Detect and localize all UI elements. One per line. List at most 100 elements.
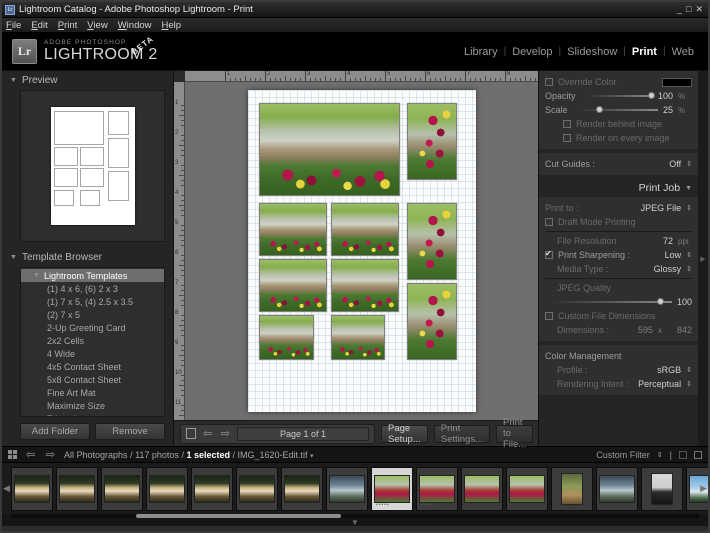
filter-flag-icon[interactable] [679, 450, 687, 459]
filmstrip-thumbnail[interactable]: ••••• [371, 466, 413, 511]
photo-cell-small-2[interactable] [330, 315, 386, 361]
profile-value[interactable]: sRGB [657, 365, 681, 375]
filmstrip-thumbnail[interactable] [596, 466, 638, 511]
forward-icon[interactable]: ⇨ [44, 448, 57, 461]
chevron-updown-icon[interactable]: ⇕ [686, 204, 692, 212]
menu-window[interactable]: Window [118, 20, 152, 31]
render-behind-row[interactable]: Render behind image [545, 117, 692, 131]
print-settings-button[interactable]: Print Settings... [433, 423, 490, 445]
print-to-row[interactable]: Print to : JPEG File ⇕ [545, 201, 692, 215]
render-every-row[interactable]: Render on every image [545, 131, 692, 145]
render-behind-checkbox[interactable] [563, 120, 571, 128]
chevron-updown-icon[interactable]: ⇕ [686, 366, 692, 374]
maximize-button[interactable]: □ [686, 5, 691, 14]
right-panel-collapse-handle[interactable]: ▶ [698, 71, 708, 446]
filmstrip-thumbnail[interactable]: ••••• [416, 466, 458, 511]
rendering-intent-row[interactable]: Rendering Intent : Perceptual ⇕ [545, 377, 692, 391]
scale-slider[interactable] [572, 105, 658, 115]
template-item[interactable]: Fine Art Mat [21, 386, 164, 399]
filmstrip-thumbnails[interactable]: ◀ ••••• ••••• ▶ [2, 463, 708, 514]
render-every-checkbox[interactable] [563, 134, 571, 142]
close-button[interactable]: ✕ [695, 5, 703, 14]
menu-edit[interactable]: Edit [31, 20, 47, 31]
filmstrip-thumbnail[interactable] [101, 466, 143, 511]
print-sharpening-value[interactable]: Low [665, 250, 682, 260]
template-item[interactable]: 2-Up Greeting Card [21, 321, 164, 334]
template-browser-header[interactable]: ▼ Template Browser [2, 248, 173, 267]
template-item[interactable]: (1) 4 x 6, (6) 2 x 3 [21, 282, 164, 295]
preview-header[interactable]: ▼ Preview [2, 71, 173, 90]
menu-view[interactable]: View [87, 20, 107, 31]
module-print[interactable]: Print [632, 46, 657, 58]
back-icon[interactable]: ⇦ [24, 448, 37, 461]
photo-cell-tall-right-3[interactable] [407, 283, 458, 361]
filmstrip-thumbnail[interactable] [11, 466, 53, 511]
next-page-icon[interactable]: ⇨ [219, 427, 232, 440]
dimensions-height[interactable]: 842 [677, 325, 692, 335]
grid-view-icon[interactable] [8, 450, 17, 459]
filmstrip-thumbnail[interactable] [641, 466, 683, 511]
chevron-updown-icon[interactable]: ⇕ [686, 160, 692, 168]
previous-page-icon[interactable]: ⇦ [201, 427, 214, 440]
photo-cell-medium-2[interactable] [330, 202, 400, 256]
page-sheet[interactable] [247, 90, 476, 412]
template-item[interactable]: 4x5 Contact Sheet [21, 360, 164, 373]
custom-filter-label[interactable]: Custom Filter [596, 450, 650, 460]
module-web[interactable]: Web [672, 46, 694, 58]
override-color-checkbox[interactable] [545, 78, 553, 86]
chevron-updown-icon[interactable]: ⇕ [657, 451, 663, 459]
chevron-updown-icon[interactable]: ⇕ [686, 251, 692, 259]
template-group-0[interactable]: ▼ Lightroom Templates [21, 269, 164, 282]
filmstrip-scrollbar[interactable] [11, 514, 699, 518]
template-item[interactable]: (2) 7 x 5 [21, 308, 164, 321]
remove-button[interactable]: Remove [95, 423, 165, 440]
dimensions-row[interactable]: Dimensions : 595 x 842 [545, 323, 692, 337]
jpeg-quality-slider[interactable] [545, 297, 672, 307]
dimensions-width[interactable]: 595 [638, 325, 653, 335]
custom-dimensions-row[interactable]: Custom File Dimensions [545, 309, 692, 323]
opacity-slider[interactable] [580, 91, 655, 101]
menu-file[interactable]: File [6, 20, 21, 31]
print-sharpening-row[interactable]: Print Sharpening : Low ⇕ [545, 248, 692, 262]
breadcrumb[interactable]: All Photographs / 117 photos / 1 selecte… [64, 450, 314, 460]
filmstrip-thumbnail[interactable] [56, 466, 98, 511]
cut-guides-value[interactable]: Off [669, 159, 681, 169]
chevron-updown-icon[interactable]: ⇕ [686, 380, 692, 388]
custom-dimensions-checkbox[interactable] [545, 312, 553, 320]
filter-rating-icon[interactable] [694, 450, 702, 459]
template-item[interactable]: (1) 7 x 5, (4) 2.5 x 3.5 [21, 295, 164, 308]
override-color-swatch[interactable] [662, 77, 692, 87]
file-resolution-value[interactable]: 72 [663, 236, 673, 246]
print-canvas[interactable] [185, 82, 538, 420]
template-item[interactable]: 4 Wide [21, 347, 164, 360]
photo-cell-medium-3[interactable] [258, 259, 328, 313]
media-type-value[interactable]: Glossy [654, 264, 682, 274]
filmstrip-scroll-left-icon[interactable]: ◀ [3, 483, 10, 494]
chevron-updown-icon[interactable]: ⇕ [686, 265, 692, 273]
filmstrip-thumbnail[interactable] [551, 466, 593, 511]
page-icon[interactable] [186, 428, 196, 439]
filmstrip-scroll-thumb[interactable] [136, 514, 341, 518]
filmstrip-thumbnail[interactable] [281, 466, 323, 511]
cut-guides-row[interactable]: Cut Guides : Off ⇕ [545, 157, 692, 171]
filmstrip-thumbnail[interactable] [506, 466, 548, 511]
menu-print[interactable]: Print [58, 20, 78, 31]
filmstrip-thumbnail[interactable] [461, 466, 503, 511]
module-develop[interactable]: Develop [512, 46, 552, 58]
identity-plate[interactable]: Lr ADOBE PHOTOSHOP LIGHTROOM 2 BETA [12, 34, 158, 64]
filmstrip-thumbnail[interactable] [326, 466, 368, 511]
photo-cell-tall-right-2[interactable] [407, 202, 458, 280]
photo-cell-small-1[interactable] [258, 315, 314, 361]
filmstrip-scroll-right-icon[interactable]: ▶ [700, 483, 707, 494]
chevron-down-icon[interactable]: ▾ [310, 453, 314, 460]
scale-row[interactable]: Scale 25 % [545, 103, 692, 117]
filmstrip-thumbnail[interactable] [146, 466, 188, 511]
draft-mode-checkbox[interactable] [545, 218, 553, 226]
menu-help[interactable]: Help [162, 20, 182, 31]
photo-cell-large-landscape[interactable] [258, 102, 401, 197]
print-to-value[interactable]: JPEG File [641, 203, 682, 213]
collapse-filmstrip-icon[interactable]: ▼ [351, 518, 359, 527]
template-item[interactable]: 2x2 Cells [21, 334, 164, 347]
template-item[interactable]: Maximize Size [21, 399, 164, 412]
override-color-row[interactable]: Override Color [545, 75, 692, 89]
